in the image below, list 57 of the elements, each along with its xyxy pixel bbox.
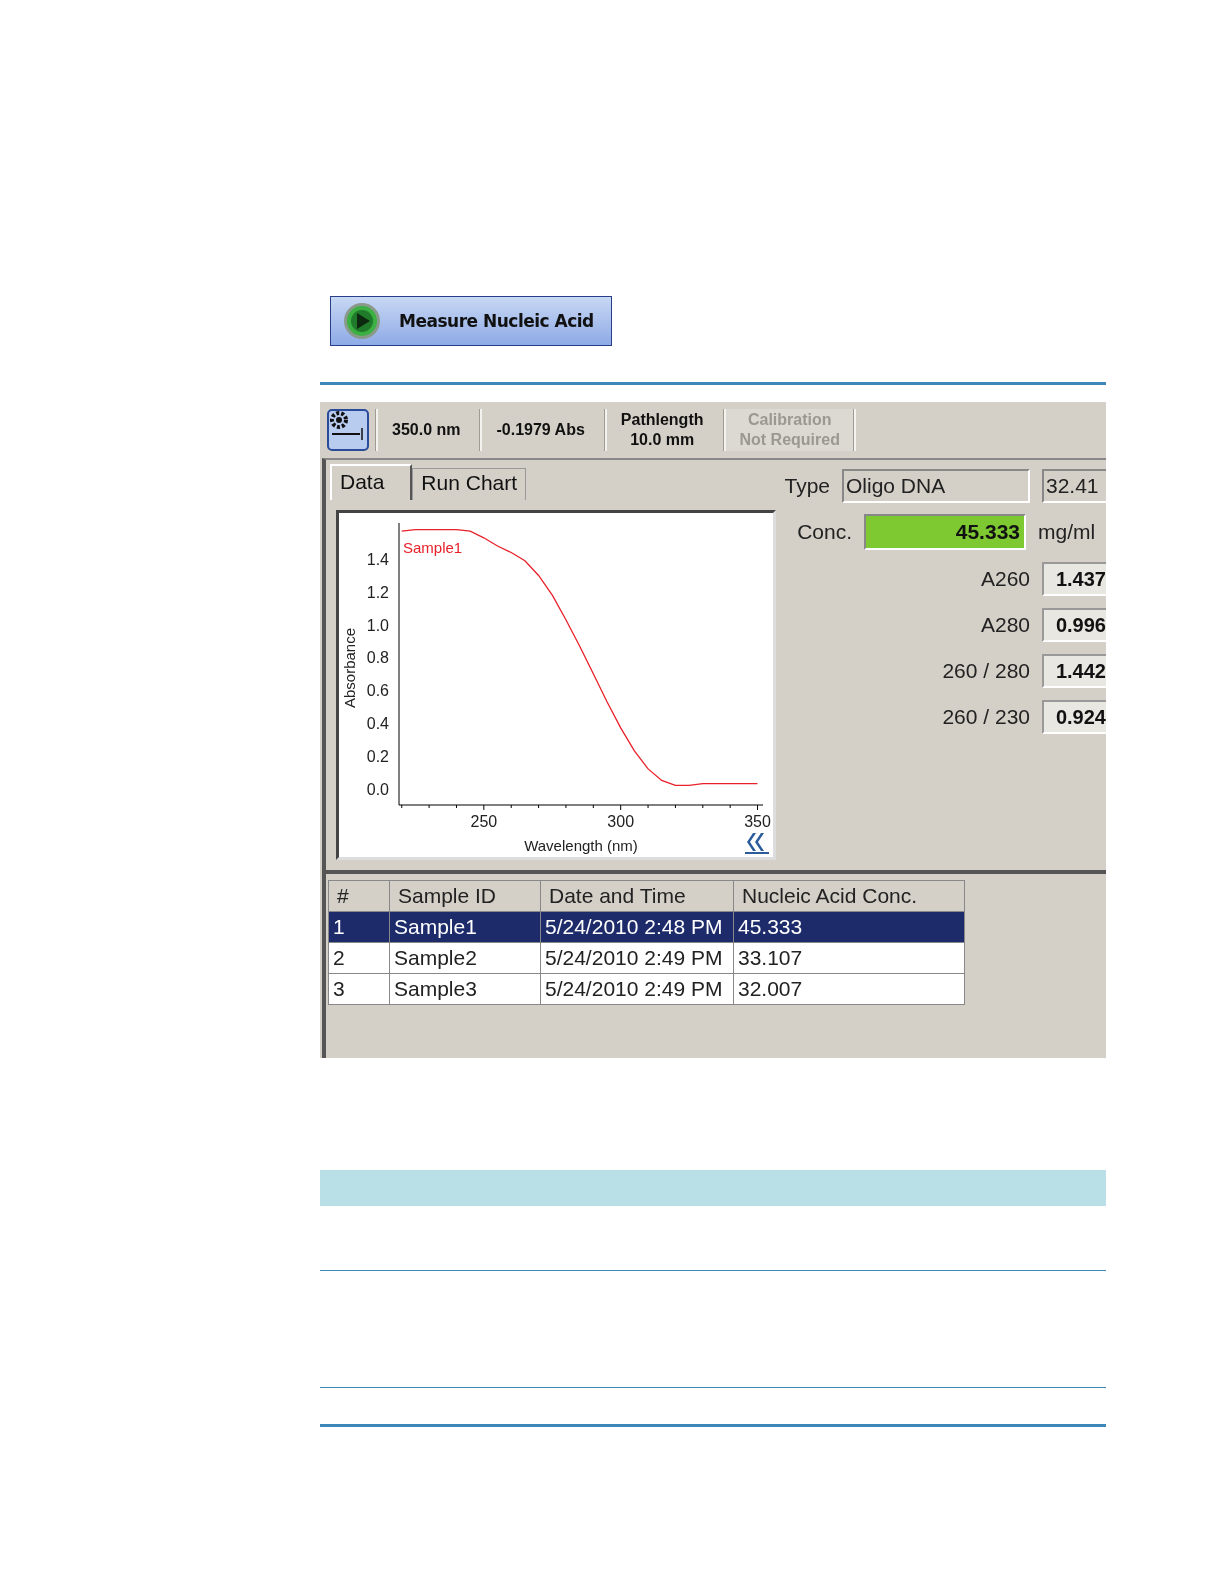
table-cell: 2 (328, 942, 390, 974)
y-tick-label: 1.0 (366, 616, 389, 634)
metric-value: 0.996 (1042, 608, 1106, 642)
y-tick-label: 0.8 (366, 649, 389, 667)
metric-label: A280 (980, 613, 1030, 637)
metric-label: 260 / 230 (942, 705, 1030, 729)
table-cell: 32.007 (733, 973, 965, 1005)
column-header[interactable]: Date and Time (540, 880, 734, 912)
x-tick-label: 300 (607, 813, 635, 830)
series-label: Sample1 (403, 539, 463, 556)
y-tick-label: 0.4 (366, 715, 389, 732)
table-cell: Sample1 (389, 911, 541, 943)
table-cell: 5/24/2010 2:48 PM (540, 911, 734, 943)
measure-button[interactable]: Measure Nucleic Acid (330, 296, 612, 346)
table-cell: Sample2 (389, 942, 541, 974)
tab[interactable]: Run Chart (412, 468, 527, 500)
column-header[interactable]: Sample ID (389, 880, 541, 912)
y-tick-label: 0.6 (366, 682, 389, 700)
status-readout: Calibration Not Required (723, 409, 854, 451)
conc-label: Conc. (797, 520, 852, 544)
column-header[interactable]: # (328, 880, 390, 912)
status-readout: 350.0 nm (376, 409, 475, 451)
table-cell: Sample3 (389, 973, 541, 1005)
conc-value: 45.333 (864, 514, 1026, 550)
x-axis-label: Wavelength (nm) (524, 837, 638, 854)
table-cell: 33.107 (733, 942, 965, 974)
table-row[interactable]: 3 Sample3 5/24/2010 2:49 PM 32.007 (328, 973, 965, 1005)
metric-value: 1.437 (1042, 562, 1106, 596)
x-tick-label: 350 (744, 813, 771, 830)
y-tick-label: 0.0 (366, 780, 389, 798)
table-cell: 45.333 (733, 911, 965, 943)
table-row[interactable]: 1 Sample1 5/24/2010 2:48 PM 45.333 (328, 911, 965, 943)
status-readout: Pathlength 10.0 mm (604, 409, 718, 451)
table-cell: 1 (328, 911, 390, 943)
table-cell: 5/24/2010 2:49 PM (540, 942, 734, 974)
table-cell: 3 (328, 973, 390, 1005)
tab[interactable]: Data (330, 464, 413, 500)
column-header[interactable]: Nucleic Acid Conc. (733, 880, 965, 912)
conc-unit: mg/ml (1038, 520, 1097, 544)
settings-icon[interactable] (326, 408, 370, 452)
y-tick-label: 1.4 (366, 551, 389, 569)
metric-value: 0.924 (1042, 700, 1106, 734)
y-tick-label: 0.2 (366, 747, 389, 765)
status-readout: -0.1979 Abs (480, 409, 599, 451)
y-axis-label: Absorbance (341, 627, 358, 709)
type-field[interactable]: Oligo DNA (842, 469, 1030, 503)
collapse-icon[interactable] (745, 833, 769, 854)
metric-label: A260 (980, 567, 1030, 591)
x-tick-label: 250 (470, 813, 498, 830)
y-tick-label: 1.2 (366, 583, 389, 601)
metric-value: 1.442 (1042, 654, 1106, 688)
metric-label: 260 / 280 (942, 659, 1030, 683)
play-icon (343, 302, 381, 340)
type-label: Type (784, 474, 830, 498)
table-row[interactable]: 2 Sample2 5/24/2010 2:49 PM 33.107 (328, 942, 965, 974)
factor-field[interactable]: 32.41 (1042, 469, 1106, 503)
table-cell: 5/24/2010 2:49 PM (540, 973, 734, 1005)
